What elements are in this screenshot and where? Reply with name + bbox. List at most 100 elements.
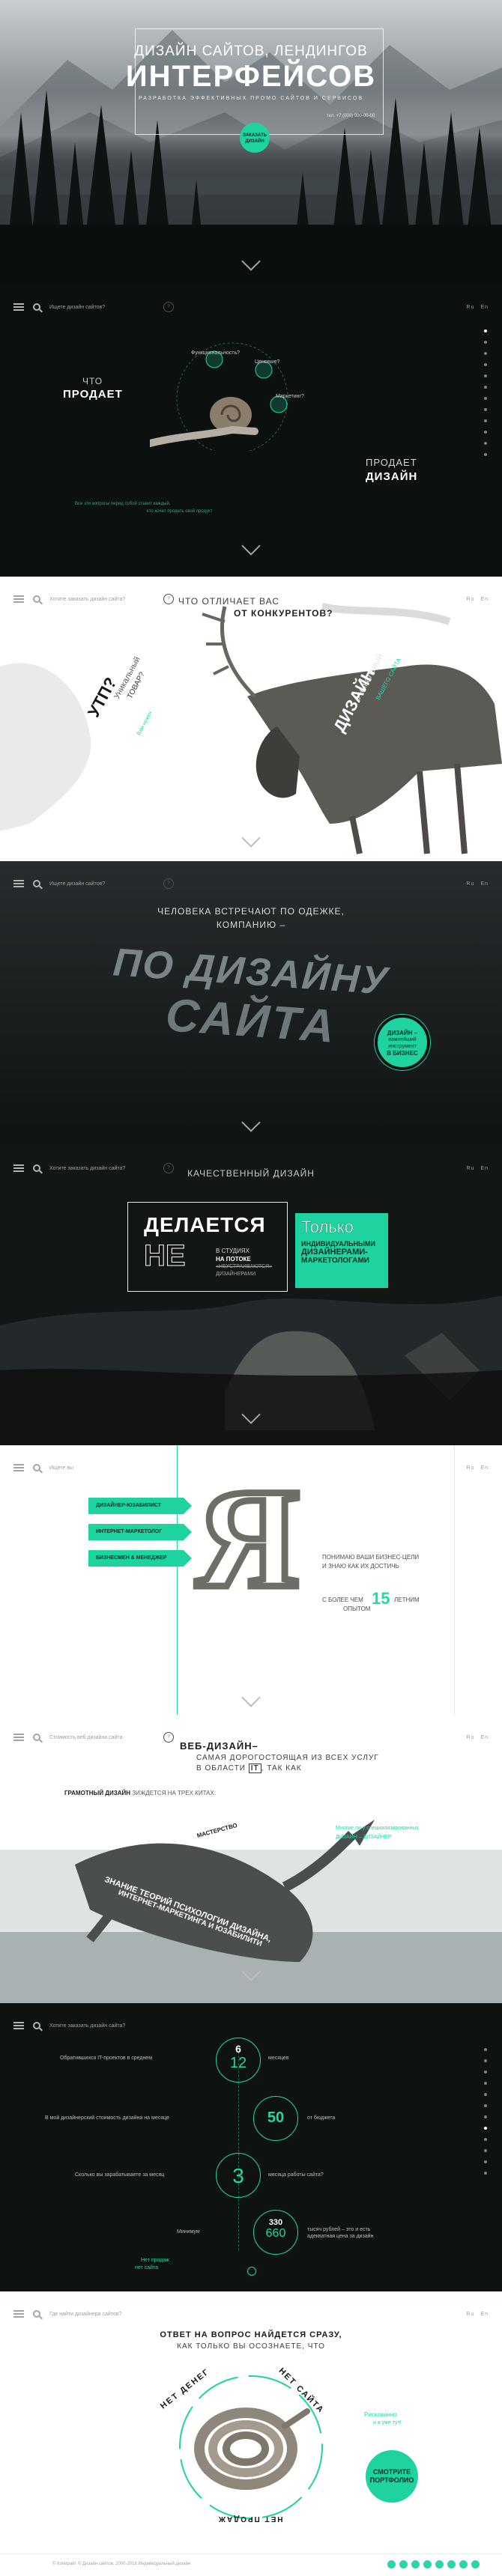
dot-icon[interactable]	[484, 2093, 487, 2096]
dot-icon[interactable]	[484, 2082, 487, 2085]
search-icon[interactable]	[33, 595, 40, 603]
badge-line-2: важнейший	[388, 1037, 417, 1042]
search-icon[interactable]	[33, 2022, 40, 2029]
social-icon[interactable]	[399, 2560, 408, 2569]
social-icon[interactable]	[411, 2560, 420, 2569]
what-sells-section: Ищете дизайн сайтов? ? Ru En ЧТО ПРОДАЕТ…	[0, 285, 502, 577]
dot-icon[interactable]	[484, 2048, 487, 2051]
search-query[interactable]: Ищете дизайн сайтов?	[49, 881, 154, 887]
dot-icon[interactable]	[484, 2138, 487, 2141]
stats-section: Хотите заказать дизайн сайта? Обративших…	[0, 2003, 502, 2291]
dot-icon[interactable]	[484, 2172, 487, 2175]
search-query[interactable]: Стоимость веб дизайна сайта	[49, 1735, 154, 1740]
lang-ru[interactable]: Ru	[466, 1735, 474, 1740]
search-icon[interactable]	[33, 880, 40, 887]
dot-icon[interactable]	[484, 374, 487, 377]
sell-note-2: кто хочет продать свой продукт	[147, 509, 213, 514]
stat-row-4-tail: тысяч рублей – это и есть адекватная цен…	[307, 2227, 374, 2239]
search-icon[interactable]	[33, 303, 40, 311]
lang-en[interactable]: En	[480, 597, 489, 602]
search-query[interactable]: Хотите заказать дизайн сайта?	[49, 597, 154, 602]
divider-line	[177, 1445, 178, 1730]
lang-en[interactable]: En	[480, 1465, 489, 1471]
lang-en[interactable]: En	[480, 305, 489, 310]
stat-row-2-text: В мой дизайнерский стоимость дизайна на …	[45, 2115, 169, 2121]
menu-icon[interactable]	[13, 2310, 24, 2318]
top-nav: Хотите заказать дизайн сайта? ? Ru En	[13, 1159, 489, 1177]
top-nav: Где найти дизайнера сайтов? Ru En	[13, 2305, 489, 2323]
menu-icon[interactable]	[13, 303, 24, 311]
search-submit-button[interactable]: ?	[163, 302, 174, 312]
dot-icon[interactable]	[484, 408, 487, 411]
language-switch: Ru En	[466, 1465, 489, 1471]
menu-icon[interactable]	[13, 880, 24, 887]
search-icon[interactable]	[33, 1464, 40, 1471]
lang-en[interactable]: En	[480, 881, 489, 887]
menu-icon[interactable]	[13, 1464, 24, 1471]
stat-row-4-circle: 330 660	[253, 2210, 298, 2255]
search-icon[interactable]	[33, 2310, 40, 2318]
dot-icon[interactable]	[484, 442, 487, 445]
search-icon[interactable]	[33, 1164, 40, 1172]
whale-good: ГРАМОТНЫЙ ДИЗАЙН ЗИЖДЕТСЯ НА ТРЕХ КИТАХ:	[64, 1790, 216, 1796]
lang-en[interactable]: En	[480, 2312, 489, 2317]
search-query[interactable]: Где найти дизайнера сайтов?	[49, 2312, 154, 2317]
dot-icon[interactable]	[484, 386, 487, 389]
search-query[interactable]: Хотите заказать дизайн сайта?	[49, 2023, 154, 2029]
lang-ru[interactable]: Ru	[466, 305, 474, 310]
search-query[interactable]: Ищете вы	[49, 1465, 154, 1471]
dot-icon[interactable]	[484, 397, 487, 400]
scroll-down-icon[interactable]	[241, 1688, 261, 1707]
dot-icon[interactable]	[484, 352, 487, 355]
menu-icon[interactable]	[13, 595, 24, 603]
stat-row-1-text: Обратившихся IT-проектов в среднем	[60, 2056, 153, 2061]
final-heading-1: ОТВЕТ НА ВОПРОС НАЙДЕТСЯ СРАЗУ,	[160, 2330, 342, 2339]
stat-row-3-text: Сколько вы зарабатываете за месяц	[75, 2172, 165, 2178]
menu-icon[interactable]	[13, 1164, 24, 1172]
scroll-down-icon[interactable]	[241, 536, 261, 556]
social-icon[interactable]	[435, 2560, 444, 2569]
social-icon[interactable]	[459, 2560, 468, 2569]
dot-icon[interactable]	[484, 2115, 487, 2118]
dot-icon[interactable]	[484, 2104, 487, 2107]
search-submit-button[interactable]: ?	[163, 878, 174, 889]
dot-icon[interactable]	[484, 329, 487, 332]
lang-en[interactable]: En	[480, 1166, 489, 1171]
dot-icon[interactable]	[484, 419, 487, 422]
menu-icon[interactable]	[13, 2022, 24, 2029]
me-exp-1: С БОЛЕЕ ЧЕМ	[322, 1597, 363, 1603]
dot-icon[interactable]	[484, 2149, 487, 2152]
stat-row-2-circle: 50	[253, 2096, 298, 2141]
portfolio-button[interactable]: СМОТРИТЕ ПОРТФОЛИО	[366, 2450, 418, 2503]
dot-icon[interactable]	[484, 453, 487, 456]
lang-ru[interactable]: Ru	[466, 1166, 474, 1171]
search-submit-button[interactable]: ?	[163, 1163, 174, 1173]
search-submit-button[interactable]: ?	[163, 1732, 174, 1743]
social-icon[interactable]	[387, 2560, 396, 2569]
social-icon[interactable]	[471, 2560, 480, 2569]
dot-icon[interactable]	[484, 363, 487, 366]
menu-icon[interactable]	[13, 1734, 24, 1741]
dot-icon[interactable]	[484, 2160, 487, 2163]
search-query[interactable]: Ищете дизайн сайтов?	[49, 305, 154, 310]
order-design-button[interactable]: ЗАКАЗАТЬ ДИЗАЙН	[240, 123, 270, 153]
next-circle-icon[interactable]	[247, 2267, 256, 2276]
social-icon[interactable]	[423, 2560, 432, 2569]
search-icon[interactable]	[33, 1734, 40, 1741]
dot-icon[interactable]	[484, 2071, 487, 2074]
me-text-1: ПОНИМАЮ ВАШИ БИЗНЕС-ЦЕЛИ	[322, 1554, 420, 1561]
social-icon[interactable]	[447, 2560, 456, 2569]
lang-ru[interactable]: Ru	[466, 597, 474, 602]
search-submit-button[interactable]: ?	[163, 594, 174, 604]
dot-icon[interactable]	[484, 2059, 487, 2062]
search-query[interactable]: Хотите заказать дизайн сайта?	[49, 1166, 154, 1171]
lang-ru[interactable]: Ru	[466, 881, 474, 887]
dot-icon[interactable]	[484, 341, 487, 344]
lang-ru[interactable]: Ru	[466, 2312, 474, 2317]
dot-icon[interactable]	[484, 431, 487, 434]
role-tag-3: БИЗНЕСМЕН & МЕНЕДЖЕР	[88, 1550, 192, 1567]
lang-ru[interactable]: Ru	[466, 1465, 474, 1471]
lang-en[interactable]: En	[480, 1735, 489, 1740]
dot-icon[interactable]	[484, 2127, 487, 2130]
quality-individual-box: Только ИНДИВИДУАЛЬНЫМИ ДИЗАЙНЕРАМИ- МАРК…	[295, 1213, 388, 1288]
